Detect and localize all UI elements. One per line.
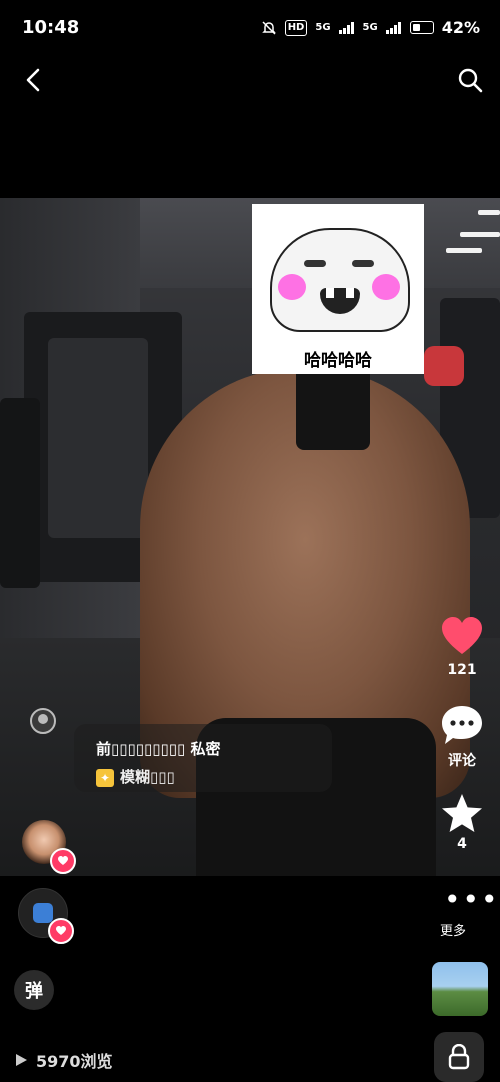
view-count: 5970浏览 (36, 1052, 113, 1071)
background-person (424, 346, 464, 386)
person-phone (296, 366, 370, 450)
meme-face (270, 228, 410, 332)
sticker-caption: 哈哈哈哈 (304, 351, 372, 371)
battery-percent: 42% (441, 18, 480, 37)
star-icon[interactable] (440, 792, 484, 834)
top-nav (0, 56, 500, 106)
gym-machine-left (0, 398, 40, 588)
danmu-toggle-button[interactable]: 弹 (14, 970, 54, 1010)
signal-5g-2: 5G (362, 22, 378, 33)
meme-eye (304, 260, 326, 267)
lock-button[interactable] (434, 1032, 484, 1082)
mute-bell-icon (261, 20, 276, 35)
status-time: 10:48 (22, 17, 80, 38)
signal-5g-1: 5G (315, 22, 331, 33)
meme-cheek (372, 274, 400, 300)
sparkle-icon: ✦ (96, 769, 114, 787)
gym-machine-frame (48, 338, 148, 538)
heart-icon-small (58, 856, 68, 865)
more-label[interactable]: 更多 (440, 920, 466, 939)
meme-tooth (346, 288, 354, 298)
decoration-icon (30, 708, 56, 734)
search-icon[interactable] (456, 66, 484, 94)
more-dots-icon[interactable]: ••• (444, 886, 500, 914)
battery-icon (409, 21, 434, 34)
overlay-line-2: ✦ 模糊▯▯▯ (96, 766, 175, 787)
ceiling-light (460, 232, 500, 237)
ceiling-light (446, 248, 482, 253)
follow-badge-2[interactable] (48, 918, 74, 944)
avatar-inner (33, 903, 53, 923)
next-post-thumbnail[interactable] (432, 962, 488, 1016)
status-bar: 10:48 HD 5G 5G 42% (0, 0, 500, 56)
meme-cheek (278, 274, 306, 300)
signal-bars-icon (338, 21, 354, 34)
favorite-count: 4 (457, 836, 467, 852)
comment-bubble-icon[interactable] (440, 704, 484, 746)
chevron-left-icon[interactable] (22, 66, 50, 94)
meme-eye (352, 260, 374, 267)
status-right: HD 5G 5G 42% (261, 18, 480, 37)
overlay-line-2-text: 模糊▯▯▯ (120, 768, 175, 786)
signal-bars-icon-2 (385, 21, 401, 34)
comment-label[interactable]: 评论 (432, 750, 492, 770)
like-count: 121 (447, 662, 477, 678)
play-icon (14, 1052, 28, 1071)
overlay-line-1: 前▯▯▯▯▯▯▯▯▯ 私密 (96, 740, 221, 758)
heart-icon-small (56, 926, 66, 935)
meme-tooth (326, 288, 334, 298)
ceiling-light (478, 210, 500, 215)
hd-badge: HD (284, 19, 308, 36)
lock-icon (448, 1044, 470, 1070)
follow-badge[interactable] (50, 848, 76, 874)
heart-icon[interactable] (440, 616, 484, 656)
